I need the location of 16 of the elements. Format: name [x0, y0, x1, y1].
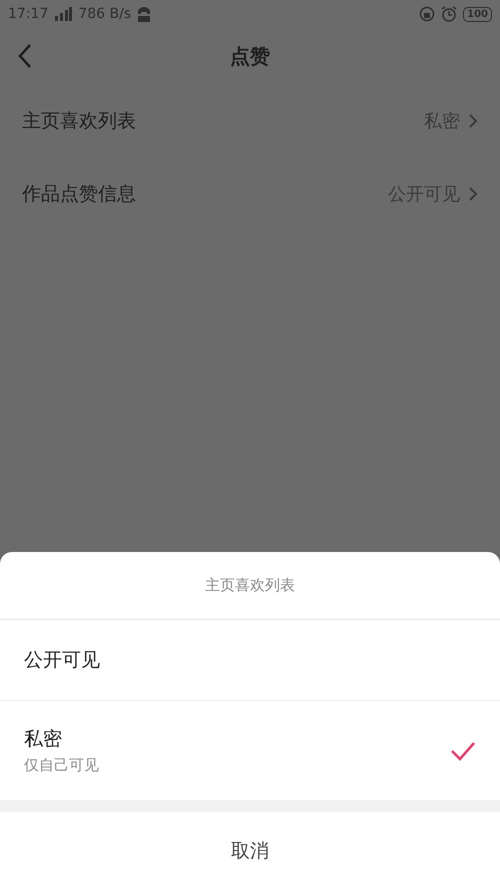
option-description: 仅自己可见 [24, 756, 100, 775]
network-speed: 786 B/s [78, 6, 132, 22]
alarm-icon [441, 6, 458, 22]
chevron-right-icon [468, 186, 478, 202]
chevron-right-icon [468, 112, 478, 128]
status-time: 17:17 [8, 6, 48, 22]
back-icon[interactable] [18, 43, 32, 69]
setting-label: 主页喜欢列表 [22, 108, 137, 134]
battery-level: 100 [463, 6, 492, 22]
option-label: 公开可见 [24, 648, 101, 673]
page-title: 点赞 [230, 42, 270, 70]
option-label: 私密 [24, 727, 63, 752]
setting-label: 作品点赞信息 [22, 182, 137, 206]
signal-icon [54, 7, 72, 21]
option-item[interactable]: 公开可见 [0, 620, 500, 701]
sheet-title: 主页喜欢列表 [0, 552, 500, 620]
